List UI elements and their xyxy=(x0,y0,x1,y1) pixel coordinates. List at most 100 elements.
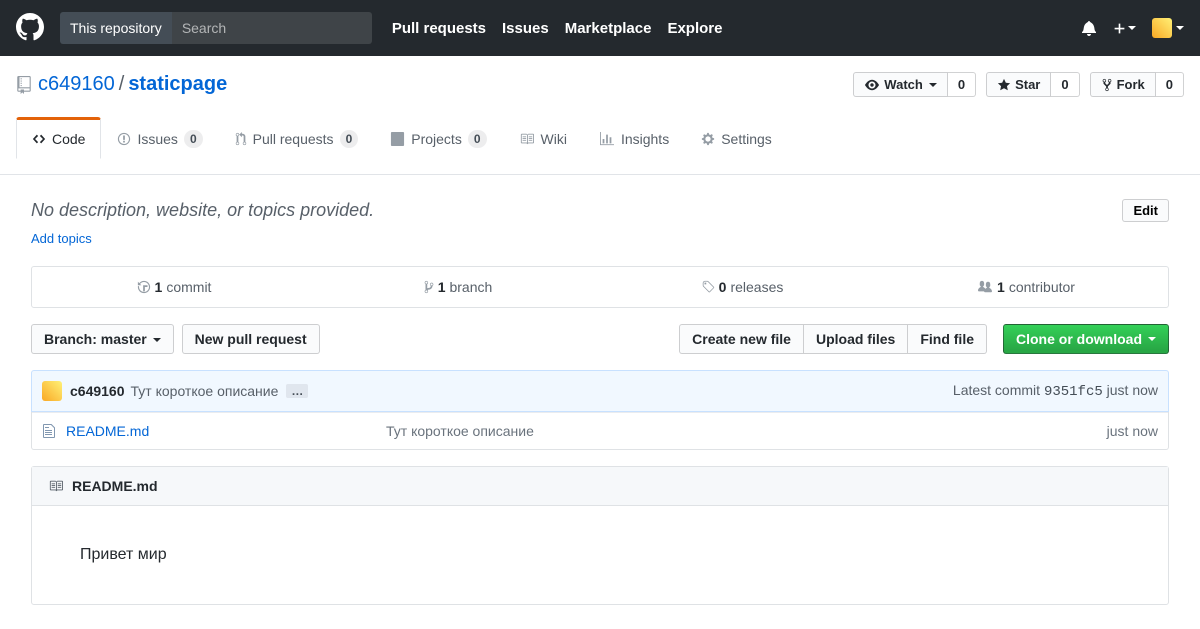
contributors-link[interactable]: 1 contributor xyxy=(884,279,1168,295)
star-button[interactable]: Star xyxy=(986,72,1051,97)
tab-issues[interactable]: Issues 0 xyxy=(101,117,218,159)
commit-tease: c649160 Тут короткое описание … Latest c… xyxy=(31,370,1169,412)
contributors-count: 1 xyxy=(997,279,1005,295)
tab-wiki-label: Wiki xyxy=(541,131,567,147)
branch-prefix: Branch: xyxy=(44,331,97,347)
tab-projects[interactable]: Projects 0 xyxy=(374,117,502,159)
latest-commit-label: Latest commit xyxy=(953,382,1040,398)
github-logo[interactable] xyxy=(16,13,44,44)
pulls-counter: 0 xyxy=(340,130,359,148)
releases-count: 0 xyxy=(719,279,727,295)
search-scope[interactable]: This repository xyxy=(60,12,172,44)
commits-link[interactable]: 1 commit xyxy=(32,279,316,295)
header-nav: Pull requests Issues Marketplace Explore xyxy=(392,20,723,37)
file-row: README.md Тут короткое описание just now xyxy=(32,412,1168,449)
eye-icon xyxy=(864,78,880,92)
repo-icon xyxy=(16,76,32,94)
tab-insights[interactable]: Insights xyxy=(583,117,685,159)
star-count[interactable]: 0 xyxy=(1051,72,1079,97)
branches-label: branch xyxy=(449,279,492,295)
releases-link[interactable]: 0 releases xyxy=(600,279,884,295)
commits-label: commit xyxy=(166,279,211,295)
commit-author-avatar[interactable] xyxy=(42,381,62,401)
file-actions-group: Create new file Upload files Find file xyxy=(679,324,987,354)
file-commit-message[interactable]: Тут короткое описание xyxy=(386,423,1107,439)
project-icon xyxy=(390,132,405,146)
gear-icon xyxy=(701,132,715,146)
user-menu[interactable] xyxy=(1152,18,1184,38)
pr-icon xyxy=(235,132,247,146)
tab-code-label: Code xyxy=(52,131,85,147)
edit-button[interactable]: Edit xyxy=(1122,199,1169,222)
fork-icon xyxy=(1101,78,1113,92)
fork-count[interactable]: 0 xyxy=(1156,72,1184,97)
tab-settings[interactable]: Settings xyxy=(685,117,788,159)
tag-icon xyxy=(701,280,715,294)
nav-pull-requests[interactable]: Pull requests xyxy=(392,20,486,37)
clone-download-button[interactable]: Clone or download xyxy=(1003,324,1169,354)
tab-wiki[interactable]: Wiki xyxy=(503,117,583,159)
avatar-icon xyxy=(1152,18,1172,38)
tab-code[interactable]: Code xyxy=(16,117,101,159)
branch-icon xyxy=(424,280,434,294)
file-name-link[interactable]: README.md xyxy=(66,423,386,439)
readme-content: Привет мир xyxy=(80,546,1120,564)
tab-insights-label: Insights xyxy=(621,131,669,147)
fork-button[interactable]: Fork xyxy=(1090,72,1156,97)
fork-label: Fork xyxy=(1117,77,1145,92)
pagehead-actions: Watch 0 Star 0 Fork 0 xyxy=(853,72,1184,97)
numbers-summary: 1 commit 1 branch 0 releases 1 contribut… xyxy=(31,266,1169,308)
repo-description: No description, website, or topics provi… xyxy=(31,200,1122,221)
projects-counter: 0 xyxy=(468,130,487,148)
repo-title: c649160 / staticpage xyxy=(16,73,227,96)
clone-label: Clone or download xyxy=(1016,331,1142,347)
branches-link[interactable]: 1 branch xyxy=(316,279,600,295)
upload-files-button[interactable]: Upload files xyxy=(803,324,907,354)
issue-icon xyxy=(117,132,131,146)
commits-count: 1 xyxy=(155,279,163,295)
watch-count[interactable]: 0 xyxy=(948,72,976,97)
people-icon xyxy=(977,280,993,294)
readme-body: Привет мир xyxy=(32,506,1168,604)
branch-name: master xyxy=(101,331,147,347)
book-icon xyxy=(48,479,64,493)
nav-marketplace[interactable]: Marketplace xyxy=(565,20,652,37)
create-file-button[interactable]: Create new file xyxy=(679,324,803,354)
notifications-icon[interactable] xyxy=(1081,20,1097,36)
add-topics-link[interactable]: Add topics xyxy=(31,231,92,246)
file-list: README.md Тут короткое описание just now xyxy=(31,412,1169,450)
search-input[interactable] xyxy=(172,12,372,44)
star-icon xyxy=(997,78,1011,92)
tab-pulls-label: Pull requests xyxy=(253,131,334,147)
file-navigation: Branch: master New pull request Create n… xyxy=(31,324,1169,354)
repo-content: No description, website, or topics provi… xyxy=(15,175,1185,629)
commit-sha[interactable]: 9351fc5 xyxy=(1044,384,1103,400)
history-icon xyxy=(137,280,151,294)
branch-select-button[interactable]: Branch: master xyxy=(31,324,174,354)
readme-box: README.md Привет мир xyxy=(31,466,1169,605)
global-header: This repository Pull requests Issues Mar… xyxy=(0,0,1200,56)
issues-counter: 0 xyxy=(184,130,203,148)
watch-button[interactable]: Watch xyxy=(853,72,948,97)
find-file-button[interactable]: Find file xyxy=(907,324,987,354)
tab-pull-requests[interactable]: Pull requests 0 xyxy=(219,117,375,159)
watch-label: Watch xyxy=(884,77,923,92)
commit-message[interactable]: Тут короткое описание xyxy=(131,383,279,399)
repo-owner-link[interactable]: c649160 xyxy=(38,73,115,96)
nav-explore[interactable]: Explore xyxy=(667,20,722,37)
header-search: This repository xyxy=(60,12,372,44)
commit-age: just now xyxy=(1107,382,1158,398)
book-icon xyxy=(519,132,535,146)
commit-ellipsis-button[interactable]: … xyxy=(286,384,308,398)
contributors-label: contributor xyxy=(1009,279,1075,295)
new-pull-request-button[interactable]: New pull request xyxy=(182,324,320,354)
repohead: c649160 / staticpage Watch 0 Star 0 xyxy=(0,56,1200,175)
repo-name-link[interactable]: staticpage xyxy=(128,73,227,95)
commit-author[interactable]: c649160 xyxy=(70,383,125,399)
graph-icon xyxy=(599,132,615,146)
create-new-icon[interactable] xyxy=(1113,22,1136,35)
nav-issues[interactable]: Issues xyxy=(502,20,549,37)
repo-nav: Code Issues 0 Pull requests 0 Projects 0… xyxy=(16,117,1184,159)
star-label: Star xyxy=(1015,77,1040,92)
code-icon xyxy=(32,132,46,146)
